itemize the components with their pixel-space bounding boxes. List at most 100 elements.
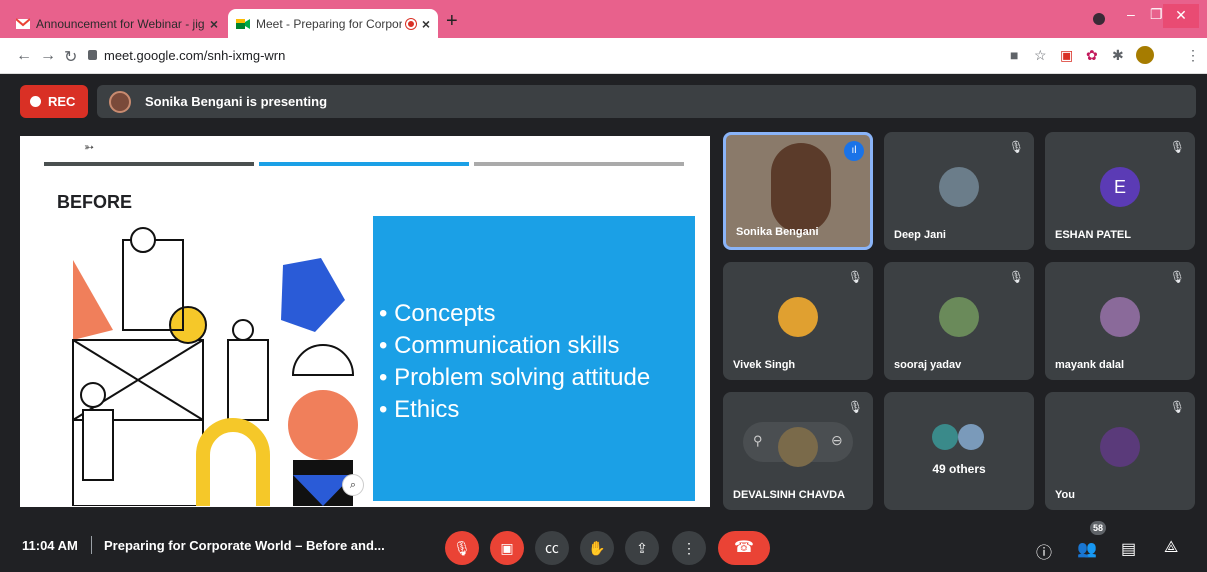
- star-icon[interactable]: ☆: [1034, 47, 1047, 64]
- divider: [91, 536, 92, 554]
- presentation-slide: ➳ BEFORE • Concepts • Communication skil…: [20, 136, 710, 507]
- menu-icon[interactable]: ⋮: [1186, 47, 1200, 64]
- meeting-title: Preparing for Corporate World – Before a…: [104, 538, 385, 553]
- mic-off-icon: 🎙︎: [1169, 270, 1185, 284]
- new-tab-button[interactable]: +: [446, 10, 458, 33]
- participant-name: Sonika Bengani: [736, 226, 819, 238]
- info-icon[interactable]: ⓘ: [1036, 539, 1052, 563]
- lock-icon: [88, 50, 97, 60]
- mic-off-icon: 🎙︎: [1008, 270, 1024, 284]
- pin-icon[interactable]: ⚲: [753, 433, 763, 449]
- participant-tile-self[interactable]: 🎙︎ You: [1045, 392, 1195, 510]
- back-icon[interactable]: ←: [16, 47, 32, 65]
- restore-icon[interactable]: ❐: [1150, 6, 1163, 23]
- participant-tile[interactable]: 🎙︎ Deep Jani: [884, 132, 1034, 250]
- progress-bar: [259, 162, 469, 166]
- avatar[interactable]: [1136, 46, 1154, 64]
- illustration: [72, 227, 358, 506]
- participant-tile[interactable]: 🎙︎ sooraj yadav: [884, 262, 1034, 380]
- mic-off-icon: 🎙︎: [1169, 140, 1185, 154]
- progress-bar: [474, 162, 684, 166]
- zoom-icon[interactable]: ⌕: [342, 474, 364, 496]
- camera-toggle-button[interactable]: ▣: [490, 531, 524, 565]
- avatar: [778, 297, 818, 337]
- avatar: [1100, 427, 1140, 467]
- avatar: [939, 297, 979, 337]
- close-tab-icon[interactable]: ×: [422, 16, 430, 32]
- minimize-icon[interactable]: –: [1127, 6, 1135, 22]
- mic-toggle-button[interactable]: 🎙︎: [445, 531, 479, 565]
- participant-tile[interactable]: ıl Sonika Bengani: [723, 132, 873, 250]
- mic-off-icon: 🎙︎: [1169, 400, 1185, 414]
- remove-icon[interactable]: ⊖: [831, 432, 843, 449]
- forward-icon[interactable]: →: [40, 47, 56, 65]
- avatar: [778, 427, 818, 467]
- clock: 11:04 AM: [22, 538, 78, 553]
- bullet-item: • Problem solving attitude: [379, 364, 651, 391]
- participant-name: You: [1055, 489, 1075, 501]
- recording-button[interactable]: REC: [20, 85, 88, 118]
- tab-announcement[interactable]: Announcement for Webinar - jig ×: [8, 9, 226, 38]
- presenting-text: Sonika Bengani is presenting: [145, 94, 328, 109]
- people-icon[interactable]: 👥: [1077, 539, 1097, 559]
- presenting-banner: Sonika Bengani is presenting: [97, 85, 1196, 118]
- avatar: [109, 90, 131, 113]
- avatar: [958, 424, 984, 450]
- progress-bar: [44, 162, 254, 166]
- window-close-icon[interactable]: ✕: [1163, 4, 1199, 28]
- avatar: [1100, 297, 1140, 337]
- extension-icon[interactable]: ▣: [1060, 47, 1073, 64]
- speaking-indicator-icon: ıl: [844, 141, 864, 161]
- profile-icon[interactable]: [1093, 13, 1105, 25]
- puzzle-icon[interactable]: ✱: [1112, 47, 1124, 64]
- more-options-button[interactable]: ⋮: [672, 531, 706, 565]
- participant-tile[interactable]: 🎙︎ mayank dalal: [1045, 262, 1195, 380]
- bullet-list: • Concepts • Communication skills • Prob…: [379, 298, 650, 426]
- bullet-item: • Communication skills: [379, 332, 620, 359]
- participant-name: ESHAN PATEL: [1055, 229, 1131, 241]
- participant-tile[interactable]: 🎙︎ E ESHAN PATEL: [1045, 132, 1195, 250]
- slide-content-box: • Concepts • Communication skills • Prob…: [373, 216, 695, 501]
- meet-icon: [236, 18, 250, 29]
- browser-tab-bar: Announcement for Webinar - jig × Meet - …: [0, 0, 1207, 38]
- address-bar: ← → ↻ meet.google.com/snh-ixmg-wrn ■ ☆ ▣…: [0, 38, 1207, 74]
- participant-name: mayank dalal: [1055, 359, 1125, 371]
- raise-hand-button[interactable]: ✋: [580, 531, 614, 565]
- avatar: E: [1100, 167, 1140, 207]
- mic-off-icon: 🎙︎: [847, 270, 863, 284]
- captions-button[interactable]: ㏄: [535, 531, 569, 565]
- participant-tile[interactable]: 🎙︎ Vivek Singh: [723, 262, 873, 380]
- participant-name: Deep Jani: [894, 229, 946, 241]
- recording-indicator-icon: [405, 18, 416, 29]
- avatar: [771, 143, 831, 233]
- participant-tile[interactable]: 🎙︎ ⚲ ⊖ DEVALSINH CHAVDA: [723, 392, 873, 510]
- control-bar: 11:04 AM Preparing for Corporate World –…: [0, 520, 1207, 572]
- participant-name: sooraj yadav: [894, 359, 962, 371]
- mic-off-icon: 🎙︎: [847, 400, 863, 414]
- tab-meet[interactable]: Meet - Preparing for Corpor ×: [228, 9, 438, 38]
- extension-icon[interactable]: ✿: [1086, 47, 1098, 64]
- close-tab-icon[interactable]: ×: [210, 16, 218, 32]
- mic-off-icon: 🎙︎: [1008, 140, 1024, 154]
- record-icon: [30, 96, 41, 107]
- activities-icon[interactable]: ⟁: [1164, 539, 1178, 557]
- tab-title: Meet - Preparing for Corpor: [256, 16, 402, 31]
- end-call-button[interactable]: ☎: [718, 531, 770, 565]
- participant-count-badge: 58: [1090, 521, 1106, 535]
- rec-label: REC: [48, 94, 76, 109]
- chat-icon[interactable]: ▤: [1121, 539, 1136, 559]
- url-field[interactable]: meet.google.com/snh-ixmg-wrn: [104, 48, 285, 63]
- reload-icon[interactable]: ↻: [64, 47, 77, 67]
- gmail-icon: [16, 17, 30, 29]
- avatar: [939, 167, 979, 207]
- camera-icon[interactable]: ■: [1010, 47, 1018, 63]
- bullet-item: • Ethics: [379, 396, 460, 423]
- present-button[interactable]: ⇪: [625, 531, 659, 565]
- meet-area: REC Sonika Bengani is presenting ➳ BEFOR…: [0, 74, 1207, 572]
- others-count: 49 others: [932, 462, 986, 476]
- bullet-item: • Concepts: [379, 300, 496, 327]
- participant-tile[interactable]: 49 others: [884, 392, 1034, 510]
- participant-name: Vivek Singh: [733, 359, 796, 371]
- slide-heading: BEFORE: [57, 192, 133, 212]
- cursor-icon: ➳: [84, 140, 95, 154]
